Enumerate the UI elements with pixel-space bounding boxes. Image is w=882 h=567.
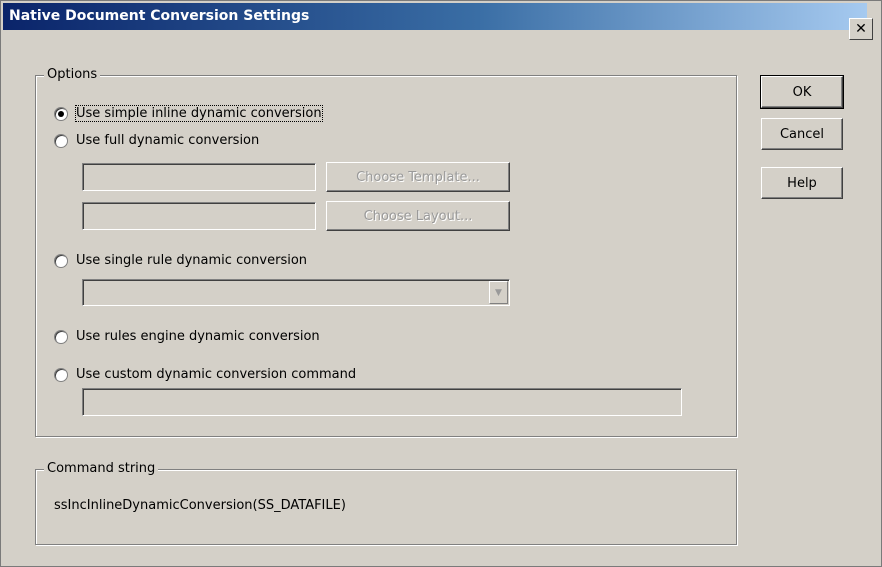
choose-template-label: Choose Template... [356,169,480,185]
options-group: Options Use simple inline dynamic conver… [35,67,737,437]
single-rule-dropdown[interactable]: ▼ [82,279,510,306]
radio-full-dynamic-indicator[interactable] [54,133,68,148]
cancel-button[interactable]: Cancel [761,118,843,150]
radio-simple-inline[interactable]: Use simple inline dynamic conversion [54,105,323,122]
radio-rules-engine[interactable]: Use rules engine dynamic conversion [54,329,320,344]
radio-full-dynamic[interactable]: Use full dynamic conversion [54,133,259,148]
cancel-button-label: Cancel [779,126,825,142]
radio-rules-engine-indicator[interactable] [54,329,68,344]
radio-rules-engine-label: Use rules engine dynamic conversion [76,329,320,344]
radio-custom-command-label: Use custom dynamic conversion command [76,367,357,382]
close-icon: ✕ [855,21,867,37]
help-button-label: Help [787,175,817,191]
chevron-down-icon[interactable]: ▼ [489,281,508,304]
radio-custom-command-indicator[interactable] [54,367,68,382]
ok-button[interactable]: OK [760,75,844,109]
help-button[interactable]: Help [761,167,843,199]
choose-layout-button[interactable]: Choose Layout... [326,201,510,231]
radio-single-rule-label: Use single rule dynamic conversion [76,253,308,268]
choose-template-button[interactable]: Choose Template... [326,162,510,192]
window-title: Native Document Conversion Settings [9,8,310,24]
close-button[interactable]: ✕ [849,18,873,40]
options-legend: Options [44,67,101,82]
command-string-value: ssIncInlineDynamicConversion(SS_DATAFILE… [54,498,346,513]
command-string-group: Command string ssIncInlineDynamicConvers… [35,461,737,545]
command-string-legend: Command string [44,461,159,476]
radio-custom-command[interactable]: Use custom dynamic conversion command [54,367,356,382]
choose-layout-label: Choose Layout... [363,208,473,224]
dialog-window: Native Document Conversion Settings ✕ Op… [0,0,882,567]
radio-full-dynamic-label: Use full dynamic conversion [76,133,260,148]
radio-simple-inline-indicator[interactable] [54,106,68,121]
template-field[interactable] [82,163,316,191]
radio-simple-inline-label: Use simple inline dynamic conversion [75,105,323,122]
custom-command-field[interactable] [82,388,682,416]
ok-button-label: OK [792,84,812,100]
radio-single-rule[interactable]: Use single rule dynamic conversion [54,253,307,268]
layout-field[interactable] [82,202,316,230]
radio-single-rule-indicator[interactable] [54,253,68,268]
title-bar[interactable]: Native Document Conversion Settings [3,3,867,30]
